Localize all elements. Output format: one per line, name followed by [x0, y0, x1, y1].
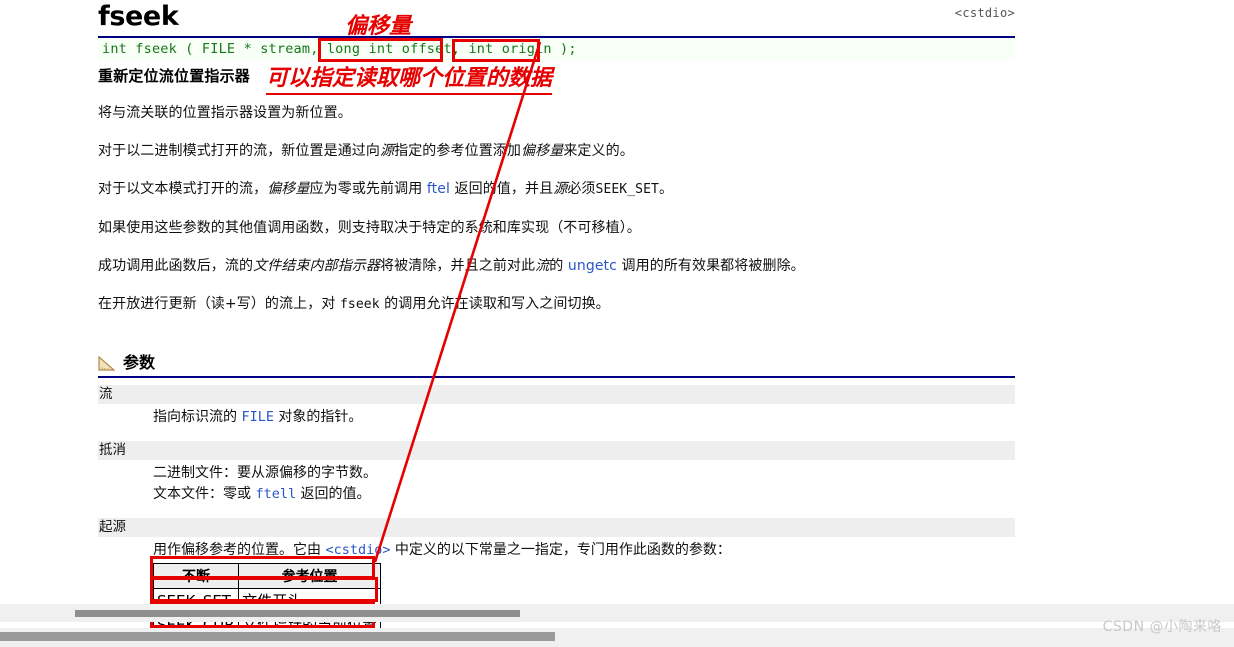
- include-header-text: <cstdio>: [955, 6, 1015, 20]
- p2-emphasis-source: 源: [380, 143, 394, 159]
- page-title: fseek: [98, 2, 178, 32]
- annotation-offset-label: 偏移量: [345, 8, 411, 40]
- p2-text-a: 对于以二进制模式打开的流，新位置是通过向: [98, 143, 380, 159]
- param-origin-b: 参考的位置。它由: [209, 542, 325, 558]
- table-col-reference: 参考位置: [239, 564, 381, 589]
- p3-mono-seek-set: SEEK_SET: [596, 182, 659, 197]
- include-header-label: <cstdio>: [955, 6, 1015, 20]
- outer-horizontal-scrollbar-thumb[interactable]: [0, 632, 555, 641]
- p5-emphasis-stream: 流: [535, 258, 549, 274]
- param-desc-offset-line1: 二进制文件：要从源偏移的字节数。: [98, 463, 1015, 484]
- p3-text-a: 对于以文本模式打开的流，: [98, 181, 267, 197]
- p3-emphasis-source: 源: [553, 181, 567, 197]
- p6-text-a: 在开放进行更新（读+写）的流上，对: [98, 296, 340, 312]
- param-offset-l1-a: 二进制文件：要从: [153, 465, 265, 481]
- p2-emphasis-offset: 偏移量: [521, 143, 563, 159]
- document-page: fseek <cstdio> int fseek ( FILE * stream…: [0, 0, 1234, 647]
- prototype-offset-param: long int offset: [327, 41, 452, 57]
- param-offset-l1-em: 源: [265, 465, 279, 481]
- prototype-origin-param: int origin: [468, 41, 551, 57]
- table-col-constant: 不断: [154, 564, 239, 589]
- param-stream-text-a: 指向标识流的: [153, 409, 241, 425]
- p5-text-c: 的: [549, 258, 568, 274]
- param-desc-origin: 用作偏移参考的位置。它由 <cstdio> 中定义的以下常量之一指定，专门用作此…: [98, 540, 1015, 561]
- param-desc-stream: 指向标识流的 FILE 对象的指针。: [98, 407, 1015, 428]
- param-origin-em: 偏移: [181, 542, 209, 558]
- paragraph-2: 对于以二进制模式打开的流，新位置是通过向源指定的参考位置添加偏移量来定义的。: [98, 141, 1015, 161]
- p5-text-a: 成功调用此函数后，流的: [98, 258, 253, 274]
- param-stream-link-file[interactable]: FILE: [241, 409, 274, 425]
- function-summary-row: 重新定位流位置指示器: [98, 65, 1015, 89]
- paragraph-6: 在开放进行更新（读+写）的流上，对 fseek 的调用允许在读取和写入之间切换。: [98, 294, 1015, 315]
- p3-emphasis-offset: 偏移量: [267, 181, 309, 197]
- paragraph-5: 成功调用此函数后，流的文件结束内部指示器将被清除，并且之前对此流的 ungetc…: [98, 256, 1015, 276]
- param-name-offset: 抵消: [98, 441, 1015, 460]
- param-offset-l1-b: 偏移的字节数。: [279, 465, 377, 481]
- p3-text-e: 。: [659, 181, 673, 197]
- p6-text-b: 的调用允许在读取和写入之间切换。: [380, 296, 610, 312]
- paragraph-4: 如果使用这些参数的其他值调用函数，则支持取决于特定的系统和库实现（不可移植）。: [98, 218, 1015, 238]
- ruler-icon: [98, 356, 115, 371]
- p5-text-b: 将被清除，并且之前对此: [380, 258, 535, 274]
- paragraph-1: 将与流关联的位置指示器设置为新位置。: [98, 103, 1015, 123]
- param-origin-c: 中定义的以下常量之一指定，专门用作此函数的参数：: [390, 542, 730, 558]
- param-offset-l2-b: 返回的值。: [296, 486, 370, 502]
- param-offset-l2-a: 文本文件：零或: [153, 486, 255, 502]
- param-desc-offset-line2: 文本文件：零或 ftell 返回的值。: [98, 484, 1015, 505]
- param-origin-a: 用作: [153, 542, 181, 558]
- param-origin-link-cstdio[interactable]: <cstdio>: [325, 542, 390, 558]
- parameters-section: 参数 流 指向标识流的 FILE 对象的指针。 抵消 二进制文件：要从源偏移的字…: [98, 349, 1015, 647]
- p3-text-d: 必须: [567, 181, 595, 197]
- prototype-after-origin: );: [552, 41, 577, 57]
- p3-text-c: 返回的值，并且: [450, 181, 553, 197]
- prototype-separator: ,: [452, 41, 469, 57]
- p6-mono-fseek: fseek: [340, 297, 380, 312]
- p3-text-b: 应为零或先前调用: [310, 181, 427, 197]
- prototype-before-offset: int fseek ( FILE * stream,: [102, 41, 327, 57]
- csdn-watermark: CSDN @小陶来咯: [1103, 616, 1222, 636]
- p2-text-c: 来定义的。: [563, 143, 634, 159]
- inner-horizontal-scrollbar-thumb[interactable]: [75, 610, 520, 617]
- table-header-row: 不断 参考位置: [154, 564, 381, 589]
- annotation-origin-note: 可以指定读取哪个位置的数据: [266, 60, 552, 95]
- param-stream-text-b: 对象的指针。: [274, 409, 362, 425]
- paragraph-3: 对于以文本模式打开的流，偏移量应为零或先前调用 ftel 返回的值，并且源必须S…: [98, 179, 1015, 200]
- parameters-section-title: 参数: [123, 349, 155, 373]
- p5-emphasis-eof-indicator: 文件结束内部指示器: [253, 258, 380, 274]
- param-name-origin: 起源: [98, 518, 1015, 537]
- link-ungetc[interactable]: ungetc: [568, 258, 617, 274]
- param-offset-link-ftell[interactable]: ftell: [255, 486, 296, 502]
- param-name-stream: 流: [98, 385, 1015, 404]
- function-prototype-code: int fseek ( FILE * stream, long int offs…: [102, 41, 577, 57]
- parameters-section-heading: 参数: [98, 349, 1015, 373]
- function-prototype-block: int fseek ( FILE * stream, long int offs…: [98, 36, 1015, 61]
- p2-text-b: 指定的参考位置添加: [394, 143, 521, 159]
- p5-text-d: 调用的所有效果都将被删除。: [617, 258, 805, 274]
- function-summary-text: 重新定位流位置指示器: [98, 65, 250, 87]
- page-header: fseek <cstdio>: [98, 0, 1015, 36]
- link-ftel[interactable]: ftel: [427, 181, 450, 197]
- parameters-section-rule: [98, 376, 1015, 378]
- document-content: fseek <cstdio> int fseek ( FILE * stream…: [98, 0, 1015, 647]
